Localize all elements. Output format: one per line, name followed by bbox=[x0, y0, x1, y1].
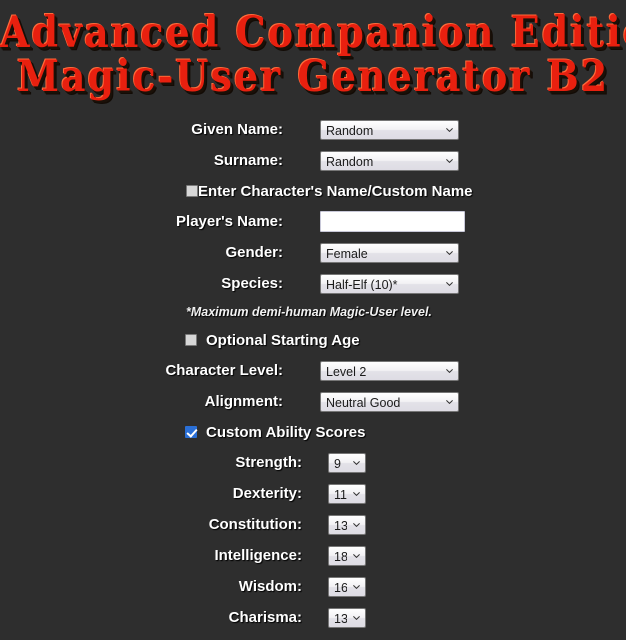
custom-ability-scores-label: Custom Ability Scores bbox=[206, 423, 366, 441]
species-footnote: *Maximum demi-human Magic-User level. bbox=[186, 305, 432, 319]
ability-row-wisdom: Wisdom: 16 bbox=[0, 571, 626, 602]
surname-select[interactable]: Random bbox=[320, 150, 459, 171]
ability-row-constitution: Constitution: 13 bbox=[0, 509, 626, 540]
dexterity-select[interactable]: 11 bbox=[328, 483, 366, 504]
custom-name-checkbox-label: Enter Character's Name/Custom Name bbox=[198, 182, 473, 200]
players-name-input[interactable] bbox=[320, 211, 465, 232]
custom-ability-scores-checkbox[interactable] bbox=[185, 426, 197, 438]
ability-row-dexterity: Dexterity: 11 bbox=[0, 478, 626, 509]
custom-name-checkbox-row[interactable]: Enter Character's Name/Custom Name bbox=[0, 176, 626, 206]
species-field: Half-Elf (10)* bbox=[320, 273, 459, 294]
wisdom-field: 16 bbox=[328, 576, 366, 597]
species-select[interactable]: Half-Elf (10)* bbox=[320, 273, 459, 294]
field-row-surname: Surname: Random bbox=[0, 145, 626, 176]
character-level-select[interactable]: Level 2 bbox=[320, 360, 459, 381]
wisdom-label: Wisdom: bbox=[238, 578, 302, 595]
strength-label: Strength: bbox=[235, 454, 302, 471]
custom-ability-checkbox-row[interactable]: Custom Ability Scores bbox=[0, 417, 626, 447]
ability-row-strength: Strength: 9 bbox=[0, 447, 626, 478]
ability-scores-list: Strength: 9 Dexterity: 11 Constitution: … bbox=[0, 447, 626, 633]
optional-starting-age-checkbox[interactable] bbox=[185, 334, 197, 346]
gender-select[interactable]: Female bbox=[320, 242, 459, 263]
intelligence-label: Intelligence: bbox=[214, 547, 302, 564]
dexterity-field: 11 bbox=[328, 483, 366, 504]
intelligence-field: 18 bbox=[328, 545, 366, 566]
field-row-character-level: Character Level: Level 2 bbox=[0, 355, 626, 386]
surname-label: Surname: bbox=[213, 152, 283, 169]
optional-starting-age-label: Optional Starting Age bbox=[206, 331, 360, 349]
given-name-select[interactable]: Random bbox=[320, 119, 459, 140]
custom-name-checkbox[interactable] bbox=[186, 185, 198, 197]
gender-field: Female bbox=[320, 242, 459, 263]
field-row-given-name: Given Name: Random bbox=[0, 114, 626, 145]
alignment-label: Alignment: bbox=[204, 393, 283, 410]
character-level-label: Character Level: bbox=[165, 362, 283, 379]
constitution-field: 13 bbox=[328, 514, 366, 535]
ability-row-charisma: Charisma: 13 bbox=[0, 602, 626, 633]
strength-select[interactable]: 9 bbox=[328, 452, 366, 473]
field-row-players-name: Player's Name: bbox=[0, 206, 626, 237]
constitution-select[interactable]: 13 bbox=[328, 514, 366, 535]
players-name-field bbox=[320, 211, 465, 232]
page-title-line-2: Magic-User Generator B2 bbox=[16, 50, 610, 102]
constitution-label: Constitution: bbox=[208, 516, 302, 533]
charisma-select[interactable]: 13 bbox=[328, 607, 366, 628]
given-name-field: Random bbox=[320, 119, 459, 140]
character-generator-form: Given Name: Random Surname: Random Enter… bbox=[0, 114, 626, 633]
species-label: Species: bbox=[221, 275, 283, 292]
field-row-gender: Gender: Female bbox=[0, 237, 626, 268]
field-row-alignment: Alignment: Neutral Good bbox=[0, 386, 626, 417]
wisdom-select[interactable]: 16 bbox=[328, 576, 366, 597]
ability-row-intelligence: Intelligence: 18 bbox=[0, 540, 626, 571]
strength-field: 9 bbox=[328, 452, 366, 473]
page-header: Advanced Companion Edition Magic-User Ge… bbox=[0, 0, 626, 100]
players-name-label: Player's Name: bbox=[176, 213, 283, 230]
dexterity-label: Dexterity: bbox=[232, 485, 302, 502]
alignment-field: Neutral Good bbox=[320, 391, 459, 412]
intelligence-select[interactable]: 18 bbox=[328, 545, 366, 566]
character-level-field: Level 2 bbox=[320, 360, 459, 381]
gender-label: Gender: bbox=[225, 244, 283, 261]
field-row-species: Species: Half-Elf (10)* bbox=[0, 268, 626, 299]
charisma-field: 13 bbox=[328, 607, 366, 628]
surname-field: Random bbox=[320, 150, 459, 171]
alignment-select[interactable]: Neutral Good bbox=[320, 391, 459, 412]
charisma-label: Charisma: bbox=[228, 609, 302, 626]
page-title-line-1: Advanced Companion Edition bbox=[0, 6, 626, 58]
given-name-label: Given Name: bbox=[191, 121, 283, 138]
optional-age-checkbox-row[interactable]: Optional Starting Age bbox=[0, 325, 626, 355]
